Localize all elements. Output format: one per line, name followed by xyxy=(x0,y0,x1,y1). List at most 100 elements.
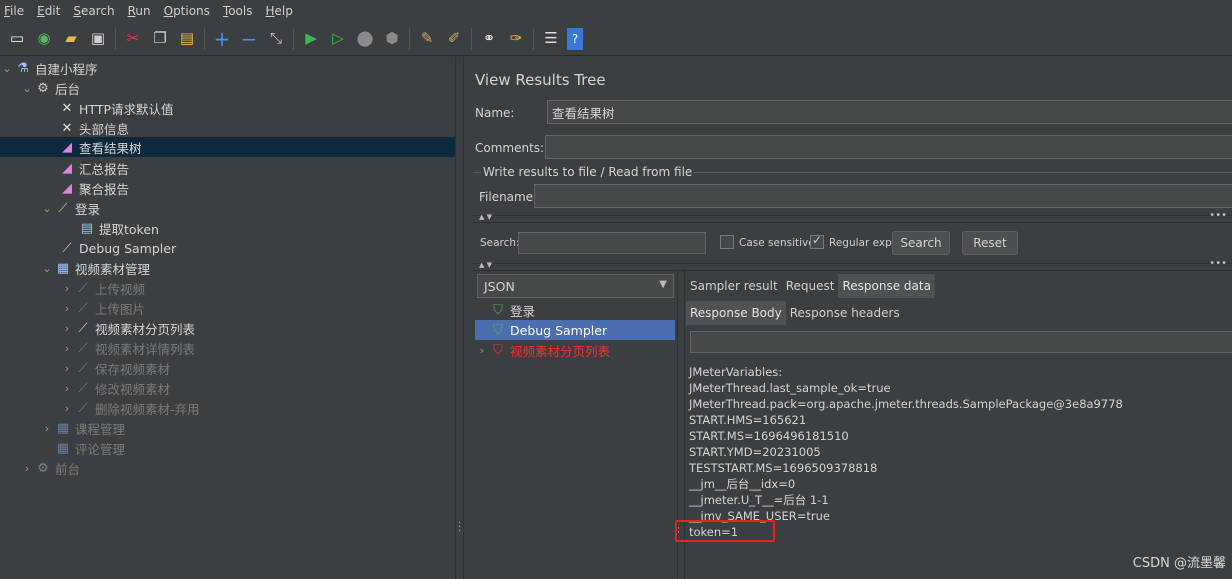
help-icon[interactable]: ? xyxy=(567,27,583,50)
tree-node-save-video[interactable]: › ⟋ 保存视频素材 xyxy=(60,358,455,378)
result-item-label: Debug Sampler xyxy=(510,322,608,338)
collapse-divider[interactable]: ▲ ▼ ••• xyxy=(473,258,1232,271)
function-helper-icon[interactable]: ☰ xyxy=(540,28,562,50)
shutdown-icon[interactable]: ⬢ xyxy=(381,28,403,50)
page-title: View Results Tree xyxy=(475,71,606,89)
chevron-right-icon[interactable]: › xyxy=(60,282,74,295)
tree-node-login[interactable]: ⌄ ⟋ 登录 xyxy=(40,198,455,218)
pane-splitter[interactable]: · · · xyxy=(455,57,464,579)
tree-node-label: 前台 xyxy=(55,461,81,477)
tab-response-data[interactable]: Response data xyxy=(838,274,935,298)
menu-file[interactable]: File xyxy=(4,4,24,18)
tree-node-thread-group[interactable]: ⌄ ⚙ 后台 xyxy=(20,78,455,98)
tree-node-video-material[interactable]: ⌄ ▦ 视频素材管理 xyxy=(40,258,455,278)
response-line: TESTSTART.MS=1696509378818 xyxy=(689,461,878,475)
regular-exp-checkbox[interactable] xyxy=(810,233,824,249)
open-icon[interactable]: ▰ xyxy=(60,28,82,50)
tab-response-body[interactable]: Response Body xyxy=(686,301,786,325)
chevron-down-icon[interactable]: ⌄ xyxy=(20,82,34,95)
tree-node-modify-video[interactable]: › ⟋ 修改视频素材 xyxy=(60,378,455,398)
filename-label: Filename xyxy=(479,190,534,204)
paste-icon[interactable]: ▤ xyxy=(176,28,198,50)
chevron-right-icon[interactable]: › xyxy=(60,302,74,315)
result-item-login[interactable]: ⛉ 登录 xyxy=(475,300,675,320)
more-icon[interactable]: ••• xyxy=(1209,210,1227,221)
tree-node-course-management[interactable]: › ▦ 课程管理 xyxy=(40,418,455,438)
tree-node-extract-token[interactable]: ▤ 提取token xyxy=(78,218,455,238)
menu-run[interactable]: Run xyxy=(128,4,151,18)
tree-node-aggregate-report[interactable]: ◢ 聚合报告 xyxy=(58,178,455,198)
menu-options[interactable]: Options xyxy=(164,4,210,18)
view-results-tree-panel: View Results Tree Name: 查看结果树 Comments: … xyxy=(465,57,1232,579)
save-icon[interactable]: ▣ xyxy=(87,28,109,50)
pipette-icon: ⟋ xyxy=(78,300,88,316)
templates-icon[interactable]: ◉ xyxy=(33,28,55,50)
cut-icon[interactable]: ✂ xyxy=(122,28,144,50)
reset-search-icon[interactable]: ✑ xyxy=(505,28,527,50)
more-icon[interactable]: ••• xyxy=(1209,258,1227,269)
chevron-right-icon[interactable]: › xyxy=(475,344,489,357)
collapse-icon[interactable]: − xyxy=(238,28,260,50)
tree-node-video-page-list[interactable]: › ⟋ 视频素材分页列表 xyxy=(60,318,455,338)
tree-node-label: 登录 xyxy=(75,201,101,217)
search-input[interactable] xyxy=(518,232,706,254)
chevron-right-icon[interactable]: › xyxy=(60,342,74,355)
comments-field[interactable] xyxy=(545,135,1232,159)
tab-sampler-result[interactable]: Sampler result xyxy=(686,274,782,298)
menu-search[interactable]: Search xyxy=(73,4,114,18)
tree-node-summary-report[interactable]: ◢ 汇总报告 xyxy=(58,158,455,178)
case-sensitive-checkbox[interactable] xyxy=(720,235,734,249)
chevron-right-icon[interactable]: › xyxy=(40,422,54,435)
tree-node-delete-video[interactable]: › ⟋ 删除视频素材-弃用 xyxy=(60,398,455,418)
chevron-right-icon[interactable]: › xyxy=(60,322,74,335)
menu-help[interactable]: Help xyxy=(266,4,293,18)
toggle-icon[interactable]: ⤡ xyxy=(265,28,287,50)
chevron-down-icon[interactable]: ⌄ xyxy=(40,262,54,275)
tree-node-debug-sampler[interactable]: ⟋ Debug Sampler xyxy=(58,238,455,258)
tree-node-test-plan[interactable]: ⌄ ⚗ 自建小程序 xyxy=(0,58,455,78)
collapse-divider[interactable]: ▲ ▼ ••• xyxy=(473,210,1232,223)
renderer-select[interactable]: JSON ▼ xyxy=(477,274,674,298)
start-no-pause-icon[interactable]: ▷ xyxy=(327,28,349,50)
tree-node-upload-video[interactable]: › ⟋ 上传视频 xyxy=(60,278,455,298)
result-item-video-page-list[interactable]: › ⛉ 视频素材分页列表 xyxy=(475,340,675,360)
name-field[interactable]: 查看结果树 xyxy=(547,100,1232,124)
tree-node-http-defaults[interactable]: ✕ HTTP请求默认值 xyxy=(58,98,455,118)
toolbar-separator xyxy=(471,27,472,50)
filename-field[interactable] xyxy=(534,184,1232,208)
tree-node-frontend[interactable]: › ⚙ 前台 xyxy=(20,458,455,478)
drag-handle-icon[interactable]: · · · xyxy=(458,519,461,537)
tree-node-header-manager[interactable]: ✕ 头部信息 xyxy=(58,118,455,138)
chevron-down-icon[interactable]: ⌄ xyxy=(0,62,14,75)
tab-response-headers[interactable]: Response headers xyxy=(786,301,904,325)
tree-node-upload-image[interactable]: › ⟋ 上传图片 xyxy=(60,298,455,318)
reset-button[interactable]: Reset xyxy=(962,231,1018,255)
stop-icon[interactable]: ⬤ xyxy=(354,28,376,50)
menu-edit[interactable]: Edit xyxy=(37,4,60,18)
tree-node-comment-management[interactable]: ▦ 评论管理 xyxy=(40,438,455,458)
chevron-right-icon[interactable]: › xyxy=(20,462,34,475)
search-icon[interactable]: ⚭ xyxy=(478,28,500,50)
chevron-right-icon[interactable]: › xyxy=(60,382,74,395)
tree-node-view-results-tree[interactable]: ◢ 查看结果树 xyxy=(0,137,455,157)
clear-all-icon[interactable]: ✐ xyxy=(443,28,465,50)
start-icon[interactable]: ▶ xyxy=(300,28,322,50)
pipette-icon: ⟋ xyxy=(78,280,88,296)
chevron-down-icon[interactable]: ⌄ xyxy=(40,202,54,215)
clear-icon[interactable]: ✎ xyxy=(416,28,438,50)
response-search-input[interactable] xyxy=(690,331,1232,353)
copy-icon[interactable]: ❐ xyxy=(149,28,171,50)
menu-bar: File Edit Search Run Options Tools Help xyxy=(0,0,1232,22)
new-icon[interactable]: ▭ xyxy=(6,28,28,50)
expand-icon[interactable]: + xyxy=(211,28,233,50)
tab-request[interactable]: Request xyxy=(782,274,839,298)
collapse-arrows-icon[interactable]: ▲ ▼ xyxy=(479,213,492,221)
menu-tools[interactable]: Tools xyxy=(223,4,253,18)
chevron-right-icon[interactable]: › xyxy=(60,402,74,415)
tree-node-label: 上传视频 xyxy=(95,281,146,297)
chevron-right-icon[interactable]: › xyxy=(60,362,74,375)
search-button[interactable]: Search xyxy=(892,231,950,255)
result-item-debug-sampler[interactable]: ⛉ Debug Sampler xyxy=(475,320,675,340)
tree-node-video-detail-list[interactable]: › ⟋ 视频素材详情列表 xyxy=(60,338,455,358)
collapse-arrows-icon[interactable]: ▲ ▼ xyxy=(479,261,492,269)
